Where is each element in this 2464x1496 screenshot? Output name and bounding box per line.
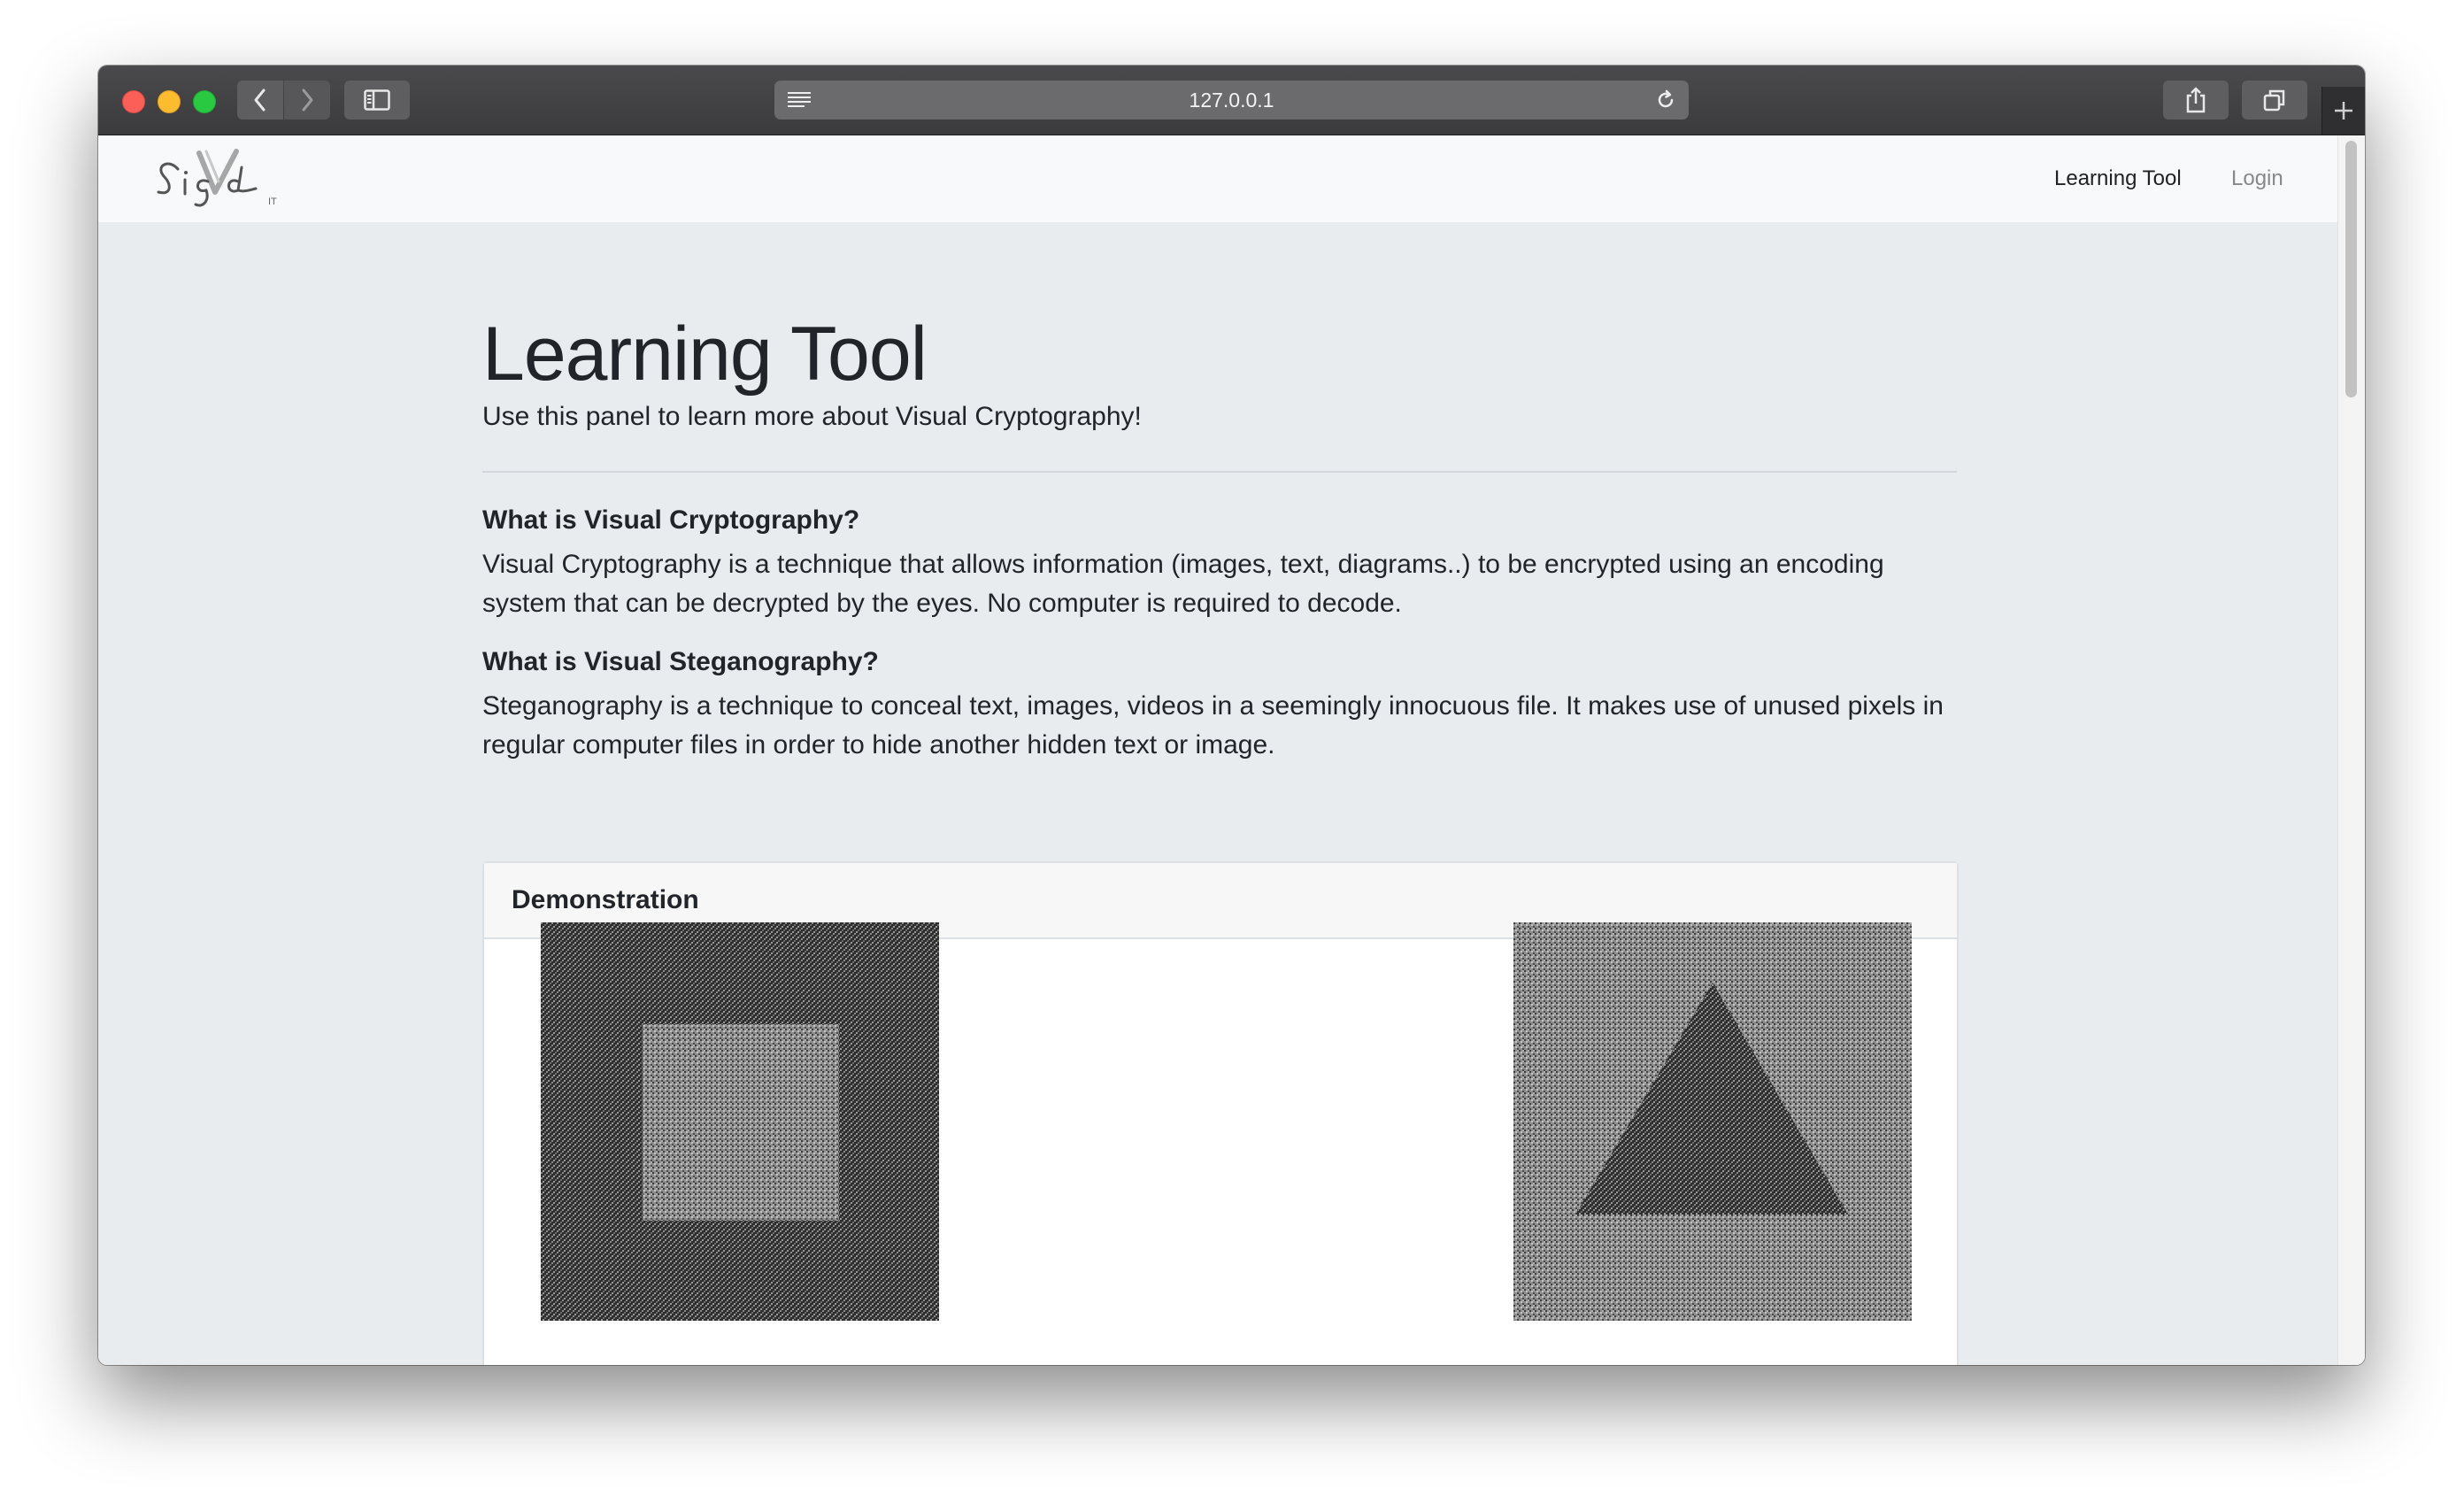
nav-login[interactable]: Login — [2231, 135, 2283, 222]
section-title-steganography: What is Visual Steganography? — [482, 647, 879, 676]
share-icon — [2186, 87, 2206, 113]
share-image-square — [541, 922, 939, 1321]
share-image-triangle — [1513, 922, 1912, 1321]
demonstration-card: Demonstration — [482, 861, 1959, 1365]
site-logo[interactable]: IT — [153, 146, 286, 216]
forward-button[interactable] — [284, 81, 330, 120]
new-tab-button[interactable] — [2322, 87, 2365, 135]
back-icon — [254, 89, 266, 112]
browser-window: 127.0.0.1 IT Learning Tool Login Learnin… — [98, 66, 2365, 1365]
forward-icon — [302, 89, 313, 112]
page-viewport: IT Learning Tool Login Learning Tool Use… — [98, 135, 2365, 1365]
tabs-button[interactable] — [2242, 81, 2307, 120]
minimize-window-button[interactable] — [158, 90, 181, 113]
divider — [482, 471, 1957, 473]
section-text-cryptography: Visual Cryptography is a technique that … — [482, 550, 1884, 618]
nav-learning-tool[interactable]: Learning Tool — [2054, 135, 2182, 222]
logo-suffix: IT — [268, 197, 277, 207]
close-window-button[interactable] — [122, 90, 145, 113]
new-tab-icon — [2335, 102, 2352, 120]
back-button[interactable] — [237, 81, 283, 120]
url-text[interactable]: 127.0.0.1 — [774, 81, 1689, 120]
address-bar[interactable]: 127.0.0.1 — [774, 81, 1689, 120]
logo-mark: IT — [157, 149, 277, 207]
site-navbar: IT Learning Tool Login — [98, 135, 2338, 222]
scrollbar-thumb[interactable] — [2345, 141, 2357, 397]
zoom-window-button[interactable] — [193, 90, 216, 113]
browser-toolbar: 127.0.0.1 — [98, 66, 2365, 135]
section-title-cryptography: What is Visual Cryptography? — [482, 505, 860, 535]
sidebar-icon — [364, 89, 390, 111]
sidebar-button[interactable] — [344, 81, 410, 120]
share-button[interactable] — [2163, 81, 2229, 120]
page-lead: Use this panel to learn more about Visua… — [482, 402, 1142, 431]
reload-icon[interactable] — [1655, 89, 1676, 111]
page-scrollbar[interactable] — [2337, 135, 2365, 1365]
page-title: Learning Tool — [482, 312, 928, 397]
section-text-steganography: Steganography is a technique to conceal … — [482, 691, 1944, 760]
tabs-icon — [2263, 89, 2285, 112]
